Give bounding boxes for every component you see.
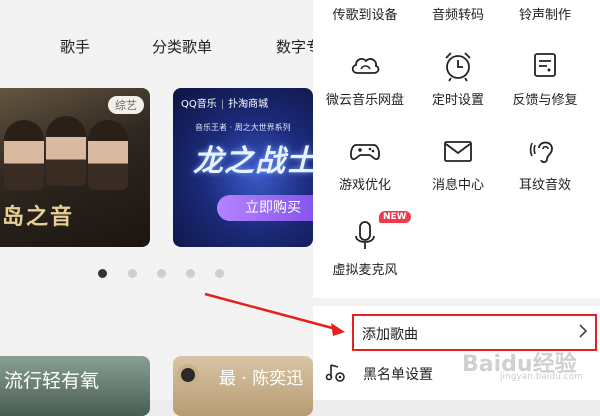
banner-artist-photo: [4, 116, 134, 206]
carousel-dot: [98, 269, 107, 278]
menu-item-label: 游戏优化: [338, 178, 391, 193]
qq-music-logo: QQ音乐: [181, 99, 217, 110]
feedback-icon: [534, 53, 556, 77]
banner-title: 岛之音: [2, 204, 75, 230]
shop-logo: 扑淘商城: [228, 99, 269, 110]
menu-item-ringtone-maker[interactable]: 铃声制作: [497, 4, 593, 23]
microphone-icon: [355, 221, 375, 249]
variety-banner[interactable]: 综艺 岛之音: [0, 88, 150, 247]
promo-banner[interactable]: QQ音乐 | 扑淘商城 音乐王者 · 周之大世界系列 龙之战士 立即购买: [173, 88, 313, 247]
carousel-dot: [186, 269, 195, 278]
new-badge: NEW: [379, 211, 411, 223]
menu-item-cloud-drive[interactable]: 微云音乐网盘: [317, 49, 413, 108]
playlist-card[interactable]: 最 · 陈奕迅: [173, 356, 313, 416]
mail-icon: [444, 141, 472, 162]
menu-item-ear-sound[interactable]: 耳纹音效: [497, 134, 593, 193]
playlist-card-title: 最 · 陈奕迅: [219, 369, 304, 389]
variety-tag: 综艺: [108, 96, 144, 114]
vinyl-disc-icon: [177, 364, 199, 386]
menu-item-message-center[interactable]: 消息中心: [410, 134, 506, 193]
menu-item-audio-convert[interactable]: 音频转码: [410, 4, 506, 23]
menu-item-label: 虚拟麦克风: [332, 263, 398, 278]
menu-item-label: 耳纹音效: [518, 178, 571, 193]
ear-icon: [529, 141, 553, 164]
menu-item-label: 铃声制作: [518, 8, 571, 23]
playlist-card[interactable]: 流行轻有氧: [0, 356, 150, 416]
menu-item-label: 音频转码: [431, 8, 484, 23]
banner-logos: QQ音乐 | 扑淘商城: [181, 99, 269, 110]
banner-headline: 龙之战士: [193, 144, 313, 179]
tab-singer[interactable]: 歌手: [60, 36, 90, 57]
carousel-dot: [128, 269, 137, 278]
blacklist-settings-label: 黑名单设置: [363, 367, 433, 383]
menu-item-transfer-to-device[interactable]: 传歌到设备: [317, 4, 413, 23]
menu-item-virtual-mic[interactable]: NEW 虚拟麦克风: [317, 211, 413, 278]
tab-playlist-category[interactable]: 分类歌单: [152, 36, 212, 57]
gamepad-icon: [349, 144, 381, 161]
menu-item-game-optimize[interactable]: 游戏优化: [317, 134, 413, 193]
buy-now-button[interactable]: 立即购买: [217, 195, 313, 221]
carousel-dot: [157, 269, 166, 278]
menu-item-label: 微云音乐网盘: [325, 93, 404, 108]
menu-item-feedback[interactable]: 反馈与修复: [497, 49, 593, 108]
watermark-url: jingyan.baidu.com: [500, 372, 584, 382]
playlist-card-title: 流行轻有氧: [4, 370, 100, 392]
blacklist-settings-icon: [325, 364, 345, 382]
category-tabs: 歌手 分类歌单 数字专: [0, 36, 330, 60]
cloud-icon: [351, 58, 380, 74]
section-divider: [313, 298, 600, 306]
alarm-clock-icon: [445, 52, 471, 82]
menu-item-label: 消息中心: [431, 178, 484, 193]
menu-item-label: 反馈与修复: [512, 93, 578, 108]
banner-subtitle: 音乐王者 · 周之大世界系列: [195, 123, 291, 132]
menu-item-timer[interactable]: 定时设置: [410, 49, 506, 108]
carousel-dot: [215, 269, 224, 278]
menu-item-label: 定时设置: [431, 93, 484, 108]
menu-item-label: 传歌到设备: [332, 8, 398, 23]
